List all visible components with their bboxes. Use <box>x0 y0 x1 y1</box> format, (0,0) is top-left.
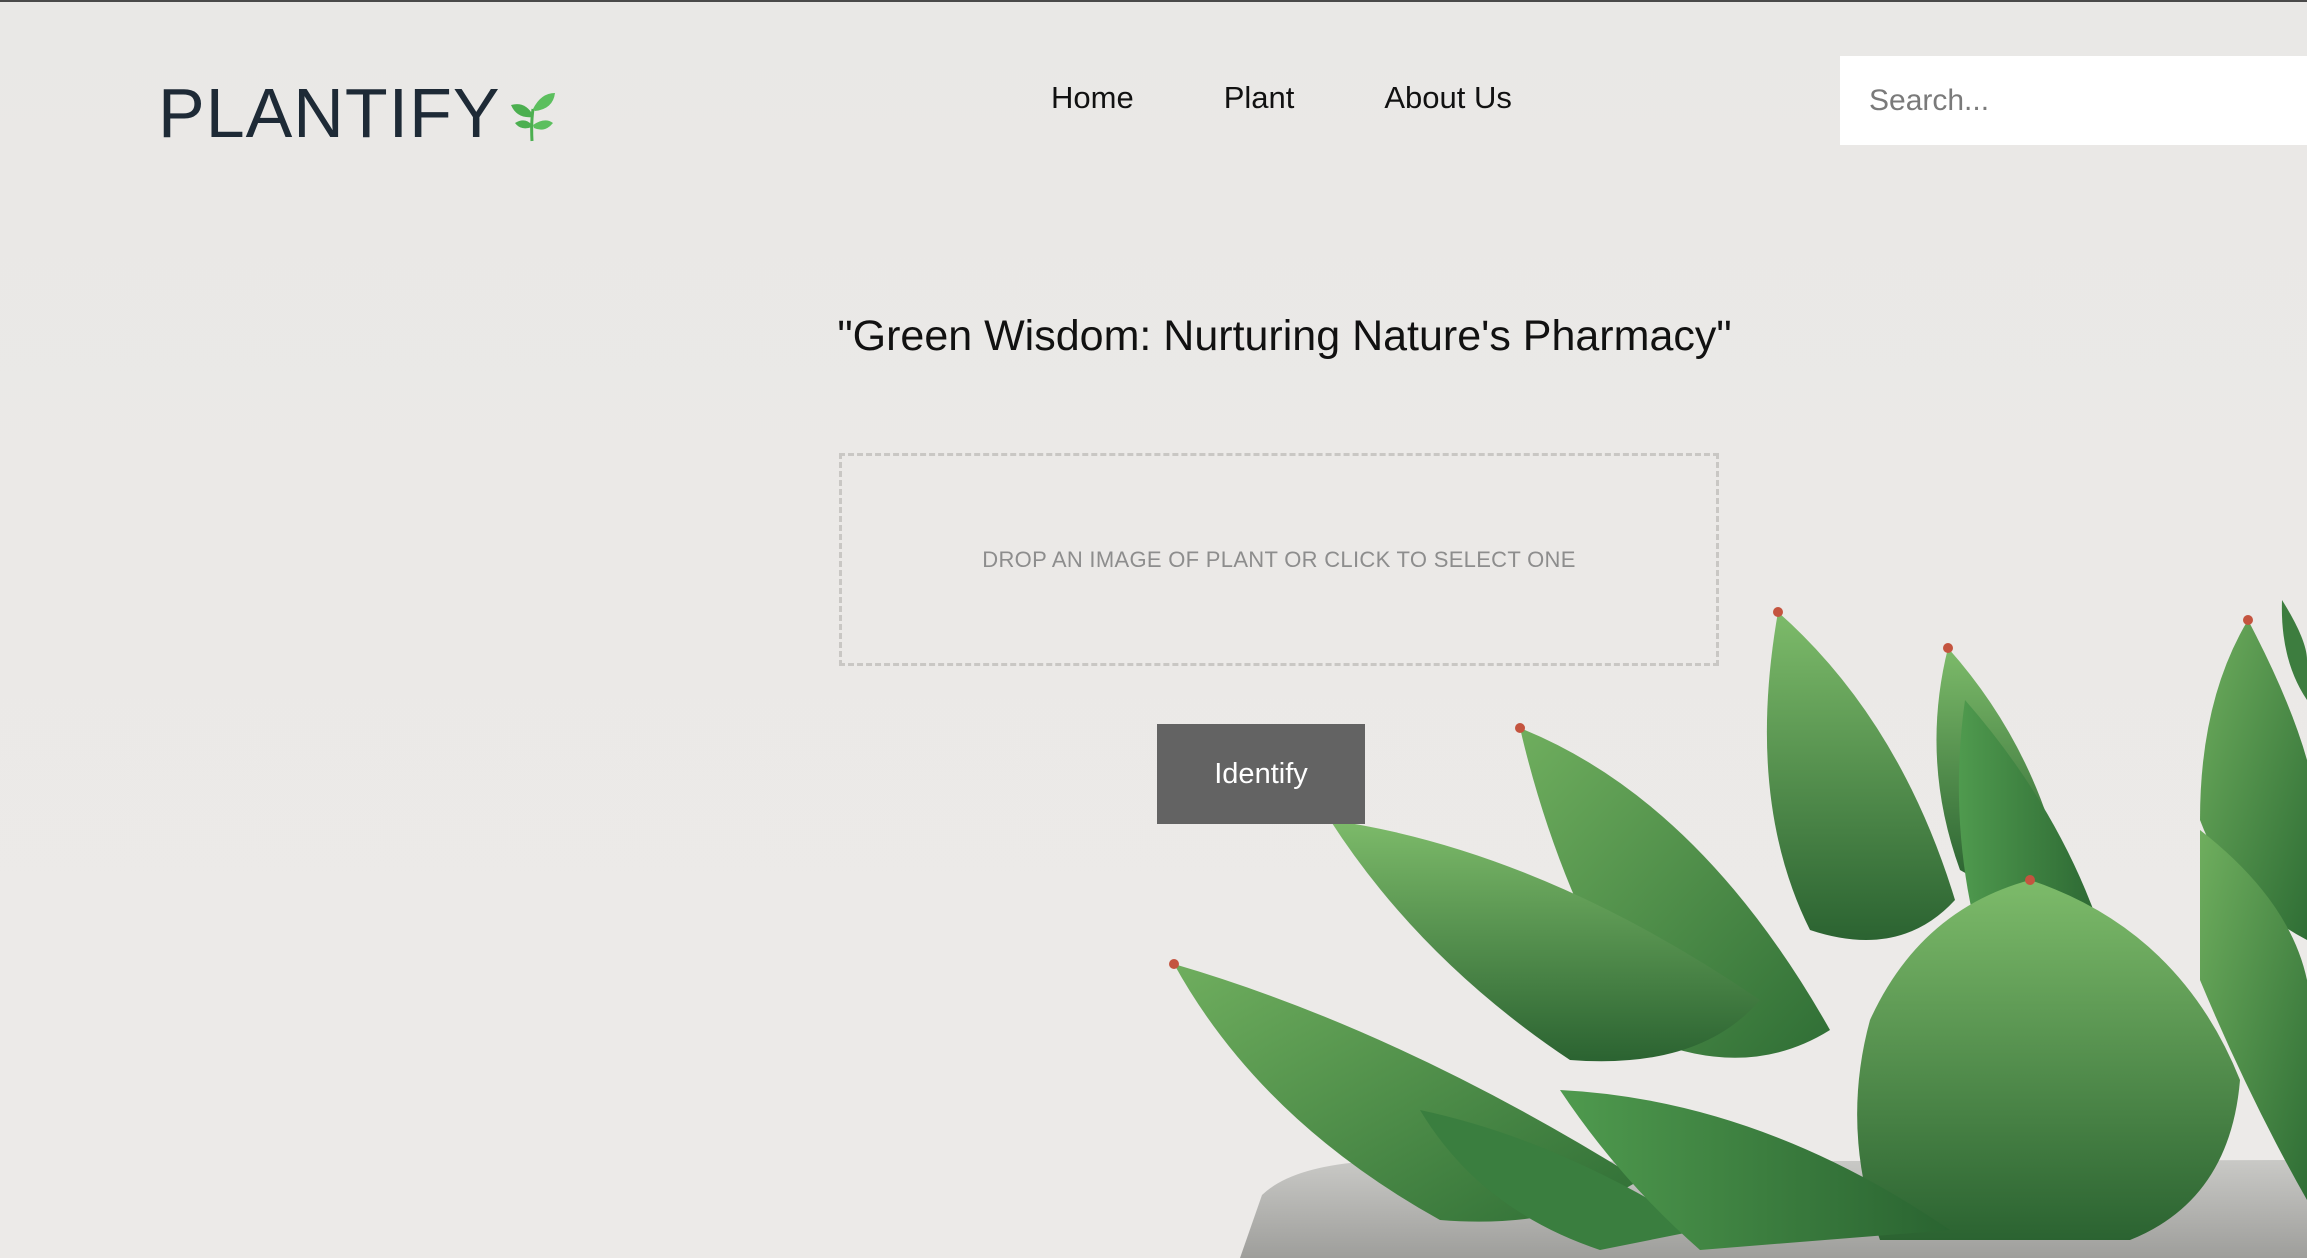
tagline-text: "Green Wisdom: Nurturing Nature's Pharma… <box>837 312 1732 360</box>
brand-name: PLANTIFY <box>158 74 501 152</box>
brand-logo[interactable]: PLANTIFY <box>158 78 557 148</box>
nav-about-us-link[interactable]: About Us <box>1384 80 1512 116</box>
main-nav: Home Plant About Us <box>1051 80 1512 116</box>
image-dropzone[interactable]: DROP AN IMAGE OF PLANT OR CLICK TO SELEC… <box>839 453 1719 666</box>
identify-button[interactable]: Identify <box>1157 724 1365 824</box>
nav-home-link[interactable]: Home <box>1051 80 1134 116</box>
page-tagline: "Green Wisdom: Nurturing Nature's Pharma… <box>0 312 2307 361</box>
nav-plant-link[interactable]: Plant <box>1224 80 1295 116</box>
search-input[interactable] <box>1867 82 2291 119</box>
dropzone-instructions: DROP AN IMAGE OF PLANT OR CLICK TO SELEC… <box>982 546 1576 572</box>
search-box <box>1840 56 2307 145</box>
sprout-icon <box>510 93 555 142</box>
site-header: PLANTIFY Home Plant About Us <box>0 0 2307 200</box>
